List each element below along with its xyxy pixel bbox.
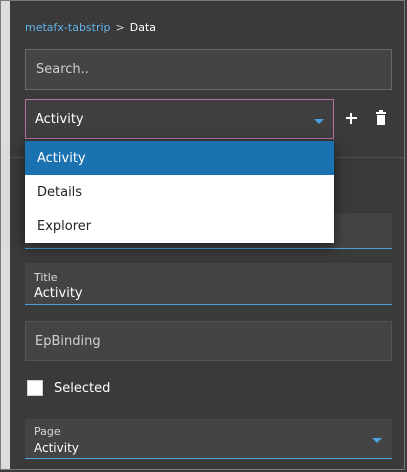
breadcrumb: metafx-tabstrip > Data — [25, 21, 156, 34]
chevron-down-icon — [372, 438, 382, 443]
page-select[interactable]: Page Activity — [25, 419, 392, 459]
dropdown-option-explorer[interactable]: Explorer — [25, 209, 334, 243]
search-box — [25, 49, 392, 90]
plus-icon[interactable] — [342, 109, 360, 127]
title-field[interactable]: Title Activity — [25, 263, 392, 305]
breadcrumb-current: Data — [129, 21, 157, 34]
breadcrumb-link[interactable]: metafx-tabstrip — [25, 21, 111, 34]
epbinding-field — [25, 321, 392, 361]
window-frame: metafx-tabstrip > Data Activity Title Ac… — [0, 0, 405, 470]
dropdown-option-activity[interactable]: Activity — [25, 141, 334, 175]
title-value: Activity — [34, 286, 83, 301]
item-select-value: Activity — [35, 111, 84, 127]
chevron-down-icon — [314, 119, 324, 124]
page-value: Activity — [34, 441, 79, 455]
title-label: Title — [34, 271, 58, 284]
trash-icon[interactable] — [372, 109, 390, 127]
epbinding-input[interactable] — [26, 322, 391, 360]
search-input[interactable] — [26, 50, 391, 89]
item-select[interactable]: Activity — [25, 99, 334, 139]
selected-checkbox[interactable] — [27, 380, 43, 396]
page-label: Page — [34, 425, 61, 438]
selected-label: Selected — [54, 381, 111, 396]
breadcrumb-separator: > — [115, 21, 125, 34]
properties-panel: metafx-tabstrip > Data Activity Title Ac… — [10, 1, 404, 469]
item-dropdown-menu: Activity Details Explorer — [25, 141, 334, 243]
dropdown-option-details[interactable]: Details — [25, 175, 334, 209]
left-scroll-strip[interactable] — [1, 1, 10, 469]
